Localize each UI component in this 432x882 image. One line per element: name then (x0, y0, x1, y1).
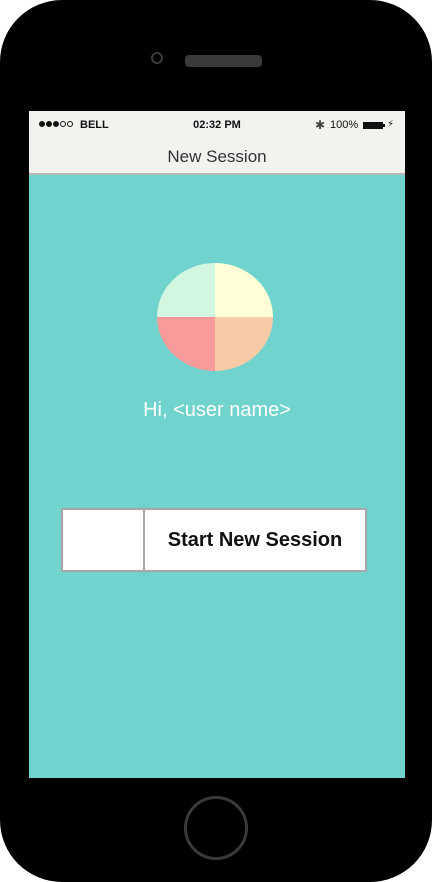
front-camera (151, 52, 163, 64)
home-button[interactable] (184, 796, 248, 860)
start-new-session-button[interactable]: Start New Session (61, 508, 367, 572)
battery-icon (363, 122, 383, 129)
battery-terminal (383, 124, 385, 127)
status-bar: BELL 02:32 PM ✱ 100% ⚡ (29, 111, 405, 141)
bluetooth-icon: ✱ (315, 118, 326, 132)
logo-quadrant-top-right (215, 263, 273, 317)
logo-quadrant-bottom-right (215, 317, 273, 371)
charging-icon: ⚡ (387, 119, 395, 130)
page-title: New Session (167, 147, 267, 166)
app-logo-icon (157, 263, 273, 371)
battery-percent: 100% (330, 119, 359, 131)
logo-quadrant-top-left (157, 263, 215, 317)
phone-frame: BELL 02:32 PM ✱ 100% ⚡ New Session Hi, <… (0, 0, 432, 882)
button-icon-placeholder (63, 510, 145, 570)
greeting-text: Hi, <user name> (143, 399, 291, 421)
logo-quadrant-bottom-left (157, 317, 215, 371)
app-screen: BELL 02:32 PM ✱ 100% ⚡ New Session Hi, <… (29, 111, 405, 778)
start-button-label: Start New Session (167, 529, 343, 551)
earpiece-speaker (185, 55, 262, 67)
navigation-bar: New Session (29, 141, 405, 175)
